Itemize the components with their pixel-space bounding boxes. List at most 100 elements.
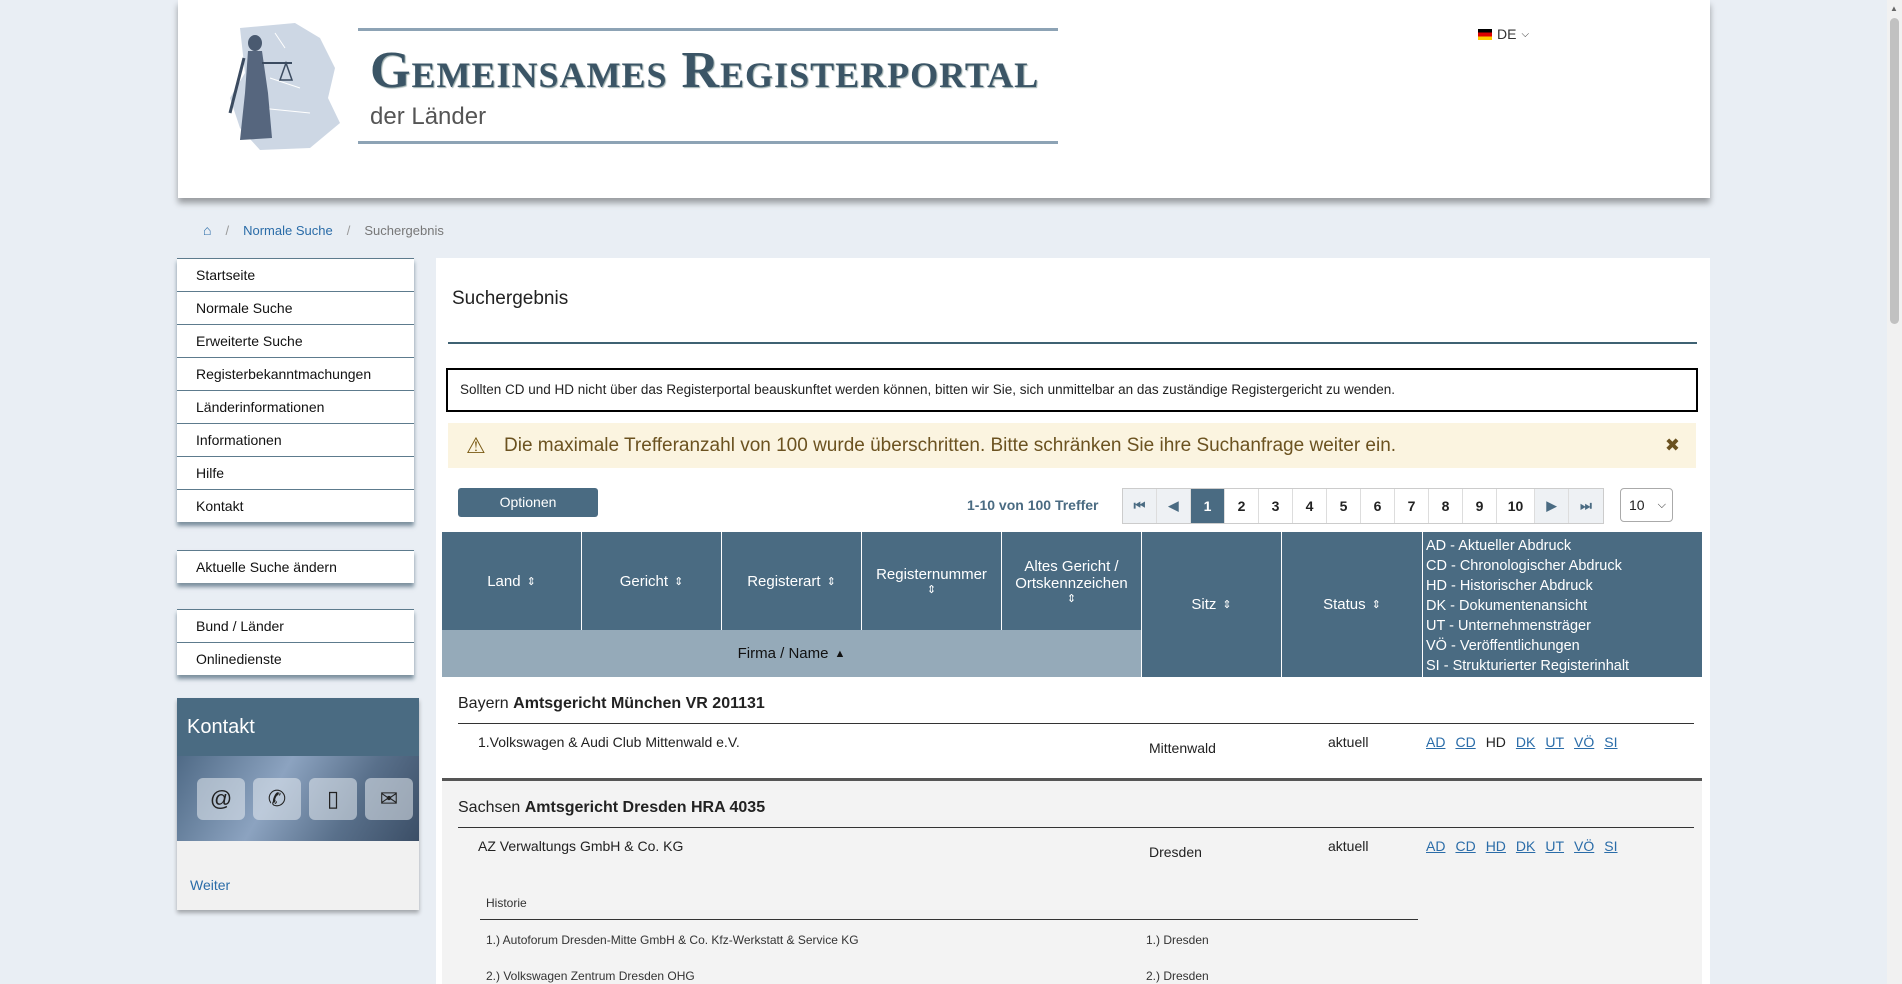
close-icon[interactable]: ✖ <box>1665 423 1680 468</box>
nav-bund-laender[interactable]: Bund / Länder <box>177 609 414 642</box>
portal-subtitle: der Länder <box>370 103 487 130</box>
nav-onlinedienste[interactable]: Onlinedienste <box>177 642 414 675</box>
nav-startseite[interactable]: Startseite <box>177 258 414 291</box>
historie-name: 2.) Volkswagen Zentrum Dresden OHG <box>486 969 695 983</box>
page-scrollbar[interactable]: ▲ <box>1887 0 1902 984</box>
next-page-icon[interactable]: ▶ <box>1535 489 1569 523</box>
sort-icon: ⇕ <box>1066 592 1077 605</box>
result-group: Sachsen Amtsgericht Dresden HRA 4035 AZ … <box>442 781 1702 984</box>
doc-link-dk[interactable]: DK <box>1516 838 1535 854</box>
extra-nav: Bund / Länder Onlinedienste <box>177 609 414 675</box>
doc-link-si[interactable]: SI <box>1604 838 1617 854</box>
breadcrumb-normale-suche[interactable]: Normale Suche <box>243 223 333 238</box>
doc-link-cd[interactable]: CD <box>1455 838 1475 854</box>
chevron-down-icon: ⌵ <box>1521 28 1530 40</box>
at-icon: @ <box>197 778 245 820</box>
col-firma-name[interactable]: Firma / Name ▲ <box>442 630 1142 677</box>
page-9[interactable]: 9 <box>1463 489 1497 523</box>
page-5[interactable]: 5 <box>1327 489 1361 523</box>
historie-name: 1.) Autoforum Dresden-Mitte GmbH & Co. K… <box>486 933 859 947</box>
result-group: Bayern Amtsgericht München VR 201131 1.V… <box>442 677 1702 781</box>
col-registernummer[interactable]: Registernummer ⇕ <box>862 532 1002 630</box>
sort-icon: ⇕ <box>674 575 684 588</box>
doc-link-si[interactable]: SI <box>1604 734 1617 750</box>
doc-link-cd[interactable]: CD <box>1455 734 1475 750</box>
col-status[interactable]: Status ⇕ <box>1282 532 1423 677</box>
breadcrumb-current: Suchergebnis <box>364 222 444 238</box>
page-8[interactable]: 8 <box>1429 489 1463 523</box>
hit-count: 1-10 von 100 Treffer <box>967 497 1099 513</box>
page-size-select[interactable]: 10 ⌵ <box>1620 488 1673 522</box>
phone-icon: ✆ <box>253 778 301 820</box>
nav-registerbekanntmachungen[interactable]: Registerbekanntmachungen <box>177 357 414 390</box>
sort-icon: ⇕ <box>1371 599 1381 611</box>
historie-sitz: 1.) Dresden <box>1146 933 1209 947</box>
page-size-value: 10 <box>1629 497 1645 513</box>
col-gericht[interactable]: Gericht ⇕ <box>582 532 722 630</box>
language-selector[interactable]: DE ⌵ <box>1478 26 1529 42</box>
page-2[interactable]: 2 <box>1225 489 1259 523</box>
kontakt-title: Kontakt <box>177 698 419 756</box>
doc-link-hd[interactable]: HD <box>1486 838 1506 854</box>
info-box: Sollten CD und HD nicht über das Registe… <box>446 368 1698 412</box>
page-6[interactable]: 6 <box>1361 489 1395 523</box>
nav-normale-suche[interactable]: Normale Suche <box>177 291 414 324</box>
doc-link-vo[interactable]: VÖ <box>1574 734 1594 750</box>
breadcrumb: ⌂ / Normale Suche / Suchergebnis <box>203 222 444 238</box>
nav-informationen[interactable]: Informationen <box>177 423 414 456</box>
sort-icon: ⇕ <box>826 575 836 588</box>
document-links: AD CD HD DK UT VÖ SI <box>1426 838 1618 854</box>
result-sitz: Dresden <box>1149 844 1202 860</box>
page-3[interactable]: 3 <box>1259 489 1293 523</box>
warning-alert: ⚠ Die maximale Trefferanzahl von 100 wur… <box>448 423 1696 468</box>
col-altes-gericht[interactable]: Altes Gericht / Ortskennzeichen ⇕ <box>1002 532 1142 630</box>
last-page-icon[interactable]: ⏭ <box>1569 489 1603 523</box>
historie-label: Historie <box>486 896 527 910</box>
doc-link-ad[interactable]: AD <box>1426 838 1445 854</box>
pagination: ⏮ ◀ 1 2 3 4 5 6 7 8 9 10 ▶ ⏭ <box>1122 488 1604 524</box>
prev-page-icon[interactable]: ◀ <box>1157 489 1191 523</box>
kontakt-weiter-link[interactable]: Weiter <box>190 877 230 893</box>
page-1[interactable]: 1 <box>1191 489 1225 523</box>
page-4[interactable]: 4 <box>1293 489 1327 523</box>
scrollbar-thumb[interactable] <box>1890 18 1899 324</box>
doc-link-ut[interactable]: UT <box>1545 734 1564 750</box>
page-10[interactable]: 10 <box>1497 489 1535 523</box>
result-sitz: Mittenwald <box>1149 740 1216 756</box>
nav-hilfe[interactable]: Hilfe <box>177 456 414 489</box>
home-icon[interactable]: ⌂ <box>203 222 211 238</box>
nav-erweiterte-suche[interactable]: Erweiterte Suche <box>177 324 414 357</box>
sort-asc-icon: ▲ <box>834 647 846 660</box>
nav-laenderinformationen[interactable]: Länderinformationen <box>177 390 414 423</box>
col-registerart[interactable]: Registerart ⇕ <box>722 532 862 630</box>
first-page-icon[interactable]: ⏮ <box>1123 489 1157 523</box>
kontakt-image: @ ✆ ▯ ✉ <box>177 756 419 841</box>
document-legend: AD - Aktueller Abdruck CD - Chronologisc… <box>1423 532 1702 677</box>
main-content: Suchergebnis Sollten CD und HD nicht übe… <box>436 258 1710 984</box>
nav-kontakt[interactable]: Kontakt <box>177 489 414 522</box>
mail-icon: ✉ <box>365 778 413 820</box>
german-flag-icon <box>1478 28 1492 40</box>
doc-link-ut[interactable]: UT <box>1545 838 1564 854</box>
page-title: Suchergebnis <box>452 288 569 309</box>
doc-link-dk[interactable]: DK <box>1516 734 1535 750</box>
scroll-up-icon[interactable]: ▲ <box>1890 4 1898 13</box>
col-land[interactable]: Land ⇕ <box>442 532 582 630</box>
page-7[interactable]: 7 <box>1395 489 1429 523</box>
nav-aktuelle-suche-aendern[interactable]: Aktuelle Suche ändern <box>177 550 414 583</box>
doc-link-ad[interactable]: AD <box>1426 734 1445 750</box>
kontakt-box: Kontakt @ ✆ ▯ ✉ Weiter <box>177 698 419 910</box>
result-name: AZ Verwaltungs GmbH & Co. KG <box>478 838 684 854</box>
sort-icon: ⇕ <box>1222 599 1232 611</box>
options-button[interactable]: Optionen <box>458 488 598 517</box>
col-sitz[interactable]: Sitz ⇕ <box>1142 532 1282 677</box>
sort-icon: ⇕ <box>926 584 937 596</box>
result-status: aktuell <box>1328 838 1369 854</box>
portal-title: Gemeinsames Registerportal <box>370 42 1040 99</box>
language-label: DE <box>1497 26 1517 42</box>
warning-icon: ⚠ <box>466 433 486 458</box>
warning-text: Die maximale Trefferanzahl von 100 wurde… <box>504 435 1397 456</box>
doc-link-vo[interactable]: VÖ <box>1574 838 1594 854</box>
doc-hd-unavailable: HD <box>1485 734 1506 750</box>
result-name: 1.Volkswagen & Audi Club Mittenwald e.V. <box>478 734 740 750</box>
